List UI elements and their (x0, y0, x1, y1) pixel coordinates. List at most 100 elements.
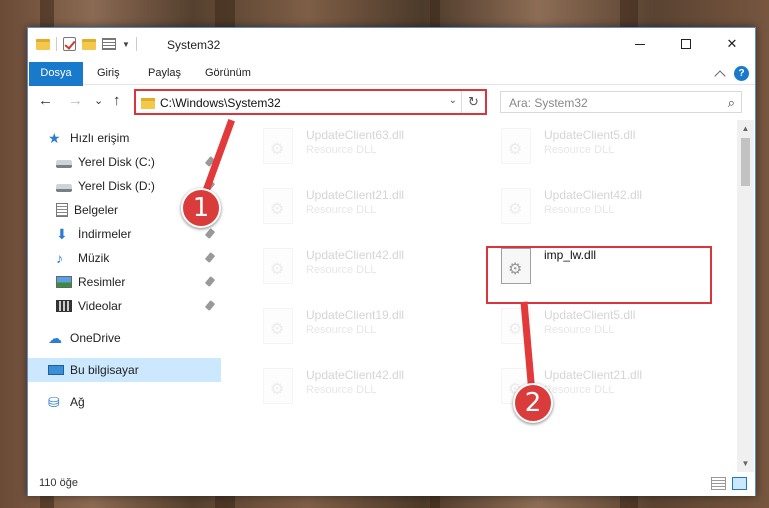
sidebar-item-label: Bu bilgisayar (70, 363, 139, 377)
music-icon: ♪ (56, 250, 63, 266)
navigation-bar: ← → ⌄ ↑ C:\Windows\System32 ⌄ ↻ Ara: Sys… (28, 86, 755, 118)
maximize-icon (681, 39, 691, 49)
sidebar-item-label: Ağ (70, 395, 85, 409)
pin-icon (204, 228, 216, 239)
file-type: Resource DLL (306, 384, 377, 396)
file-type: Resource DLL (544, 384, 615, 396)
view-switcher (711, 477, 747, 490)
file-name: UpdateClient19.dll (306, 308, 405, 322)
sidebar-item-label: Hızlı erişim (70, 131, 130, 145)
file-type: Resource DLL (544, 204, 615, 216)
status-bar: 110 öğe (28, 472, 755, 496)
download-icon: ⬇ (56, 226, 68, 242)
chevron-down-icon[interactable]: ▼ (122, 40, 130, 49)
sidebar-item-local-disk-c[interactable]: Yerel Disk (C:) (28, 150, 221, 174)
drive-icon (56, 159, 72, 168)
pin-icon (204, 276, 216, 287)
tab-home[interactable]: Giriş (97, 62, 120, 85)
dll-file-icon (263, 248, 293, 284)
search-box[interactable]: Ara: System32 ⌕ (500, 91, 742, 113)
customize-icon[interactable] (102, 38, 116, 50)
sidebar-item-label: Resimler (78, 275, 126, 289)
search-icon[interactable]: ⌕ (728, 95, 735, 111)
search-placeholder[interactable]: Ara: System32 (509, 96, 588, 110)
sidebar-item-label: İndirmeler (78, 227, 132, 241)
back-button[interactable]: ← (38, 92, 53, 109)
chevron-up-icon[interactable] (714, 69, 726, 82)
close-icon: ✕ (726, 36, 738, 51)
vertical-scrollbar[interactable]: ▲ ▼ (737, 120, 754, 472)
help-icon[interactable]: ? (734, 66, 749, 81)
up-button[interactable]: ↑ (113, 92, 121, 109)
sidebar-item-onedrive[interactable]: ☁ OneDrive (28, 326, 221, 350)
file-item[interactable]: UpdateClient21.dll Resource DLL (251, 180, 479, 236)
sidebar-item-network[interactable]: ⛁ Ağ (28, 390, 221, 414)
title-bar: ▼ System32 ✕ (28, 28, 755, 62)
file-type: Resource DLL (544, 324, 615, 336)
scroll-down-icon[interactable]: ▼ (737, 455, 754, 472)
sidebar-item-pictures[interactable]: Resimler (28, 270, 221, 294)
dll-file-icon (263, 188, 293, 224)
address-bar[interactable]: C:\Windows\System32 ⌄ ↻ (134, 89, 487, 115)
file-type: Resource DLL (306, 144, 377, 156)
forward-button[interactable]: → (68, 92, 83, 109)
computer-icon (48, 365, 64, 375)
minimize-button[interactable] (617, 28, 663, 60)
dll-file-icon (263, 308, 293, 344)
file-item[interactable]: UpdateClient63.dll Resource DLL (251, 120, 479, 176)
file-name: UpdateClient63.dll (306, 128, 405, 142)
toolbar-divider (135, 37, 137, 51)
dll-file-icon (263, 368, 293, 404)
sidebar-item-label: Belgeler (74, 203, 119, 217)
window-controls: ✕ (617, 28, 755, 60)
drive-icon (56, 183, 72, 192)
maximize-button[interactable] (663, 28, 709, 60)
chevron-down-icon[interactable]: ⌄ (449, 95, 457, 106)
sidebar-item-this-pc[interactable]: Bu bilgisayar (28, 358, 221, 382)
sidebar-item-quick-access[interactable]: ★ Hızlı erişim (28, 126, 221, 150)
close-button[interactable]: ✕ (709, 28, 755, 60)
quick-access-toolbar: ▼ (36, 37, 137, 51)
scroll-thumb[interactable] (741, 138, 750, 186)
file-item[interactable]: UpdateClient5.dll Resource DLL (489, 120, 717, 176)
address-path[interactable]: C:\Windows\System32 (160, 96, 281, 110)
pictures-icon (56, 276, 72, 288)
tab-share[interactable]: Paylaş (148, 62, 181, 85)
ribbon-controls: ? (714, 66, 749, 82)
file-item[interactable]: UpdateClient42.dll Resource DLL (251, 240, 479, 296)
sidebar-item-videos[interactable]: Videolar (28, 294, 221, 318)
file-name: UpdateClient42.dll (306, 368, 405, 382)
explorer-window: ▼ System32 ✕ Dosya Giriş Paylaş Görünüm … (27, 27, 756, 496)
tab-view[interactable]: Görünüm (205, 62, 251, 85)
file-name: UpdateClient42.dll (544, 188, 643, 202)
scroll-up-icon[interactable]: ▲ (737, 120, 754, 137)
file-type: Resource DLL (306, 204, 377, 216)
file-item[interactable]: UpdateClient19.dll Resource DLL (251, 300, 479, 356)
recent-locations-button[interactable]: ⌄ (94, 94, 103, 107)
step-1-badge: 1 (181, 188, 221, 228)
file-name: UpdateClient5.dll (544, 128, 636, 142)
ribbon-tabs: Dosya Giriş Paylaş Görünüm ? (28, 62, 755, 118)
step-2-badge: 2 (513, 383, 553, 423)
sidebar-item-label: Müzik (78, 251, 110, 265)
minimize-icon (635, 43, 645, 45)
file-name: UpdateClient21.dll (544, 368, 643, 382)
sidebar-item-label: OneDrive (70, 331, 121, 345)
sidebar-item-label: Yerel Disk (D:) (78, 179, 155, 193)
sidebar-item-label: Yerel Disk (C:) (78, 155, 155, 169)
details-view-icon[interactable] (711, 477, 726, 490)
file-item[interactable]: UpdateClient42.dll Resource DLL (489, 180, 717, 236)
highlight-box (486, 246, 712, 304)
sidebar-item-label: Videolar (78, 299, 122, 313)
large-icons-view-icon[interactable] (732, 477, 747, 490)
sidebar-item-music[interactable]: ♪ Müzik (28, 246, 221, 270)
refresh-button[interactable]: ↻ (461, 91, 485, 113)
properties-check-icon[interactable] (63, 37, 76, 51)
file-name: UpdateClient5.dll (544, 308, 636, 322)
navigation-pane: ★ Hızlı erişim Yerel Disk (C:) Yerel Dis… (28, 120, 221, 472)
file-item[interactable]: UpdateClient42.dll Resource DLL (251, 360, 479, 416)
new-folder-icon[interactable] (82, 38, 96, 50)
cloud-icon: ☁ (48, 330, 62, 346)
videos-icon (56, 300, 72, 312)
window-title: System32 (167, 38, 221, 52)
